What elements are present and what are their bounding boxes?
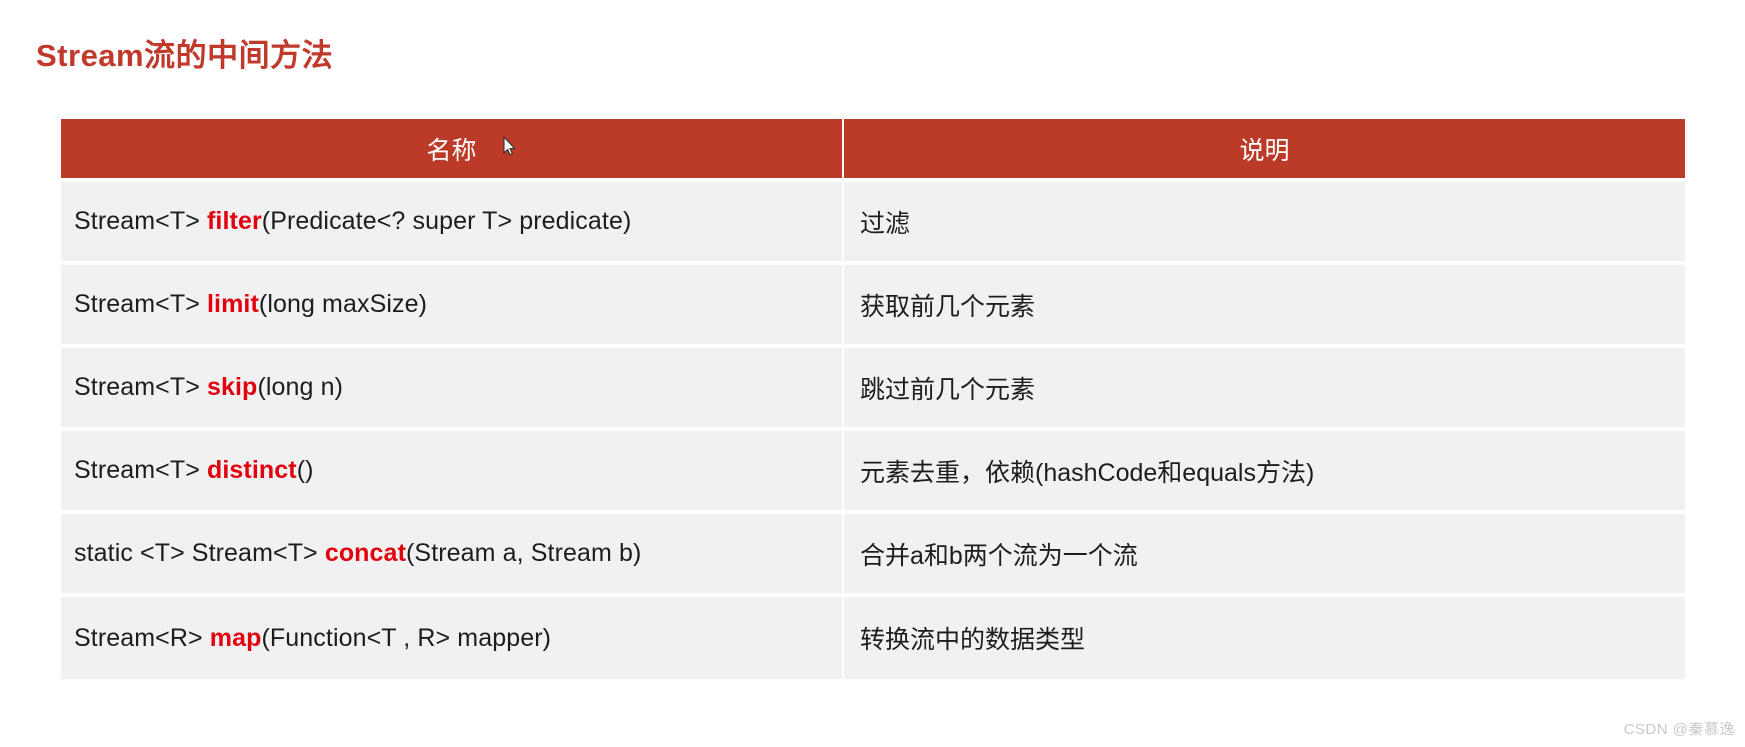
cell-method-signature: Stream<T> limit(long maxSize)	[61, 265, 844, 344]
column-header-name: 名称	[61, 119, 844, 178]
watermark: CSDN @秦慕逸	[1623, 721, 1735, 738]
table-row: Stream<T> distinct() 元素去重，依赖(hashCode和equ…	[61, 431, 1685, 510]
cell-method-description: 转换流中的数据类型	[844, 597, 1685, 679]
cell-method-description: 跳过前几个元素	[844, 348, 1685, 427]
cell-method-description: 合并a和b两个流为一个流	[844, 514, 1685, 593]
page-title: Stream流的中间方法	[36, 37, 334, 73]
signature-params: (Predicate<? super T> predicate)	[261, 207, 632, 235]
table-body: Stream<T> filter(Predicate<? super T> pr…	[61, 182, 1685, 679]
signature-params: (long n)	[257, 373, 344, 401]
signature-method-name: distinct	[207, 456, 297, 484]
signature-prefix: Stream<T>	[74, 456, 207, 484]
signature-method-name: limit	[207, 290, 259, 318]
cell-method-signature: Stream<T> filter(Predicate<? super T> pr…	[61, 182, 844, 261]
signature-prefix: Stream<T>	[74, 207, 207, 235]
methods-table-container: 名称 说明 Stream<T> filter(Predicate<? super…	[61, 115, 1685, 683]
signature-prefix: Stream<T>	[74, 373, 207, 401]
signature-prefix: static <T> Stream<T>	[74, 539, 325, 567]
table-row: Stream<T> skip(long n) 跳过前几个元素	[61, 348, 1685, 427]
cell-method-signature: Stream<T> skip(long n)	[61, 348, 844, 427]
cell-method-description: 过滤	[844, 182, 1685, 261]
signature-params: (Stream a, Stream b)	[406, 539, 642, 567]
cell-method-signature: Stream<R> map(Function<T , R> mapper)	[61, 597, 844, 679]
signature-prefix: Stream<R>	[74, 623, 210, 652]
signature-method-name: concat	[324, 539, 406, 567]
table-row: Stream<R> map(Function<T , R> mapper) 转换流…	[61, 597, 1685, 679]
table-row: Stream<T> limit(long maxSize) 获取前几个元素	[61, 265, 1685, 344]
table-header: 名称 说明	[61, 119, 1685, 178]
signature-method-name: filter	[207, 207, 262, 235]
signature-params: (Function<T , R> mapper)	[261, 623, 552, 652]
table-row: static <T> Stream<T> concat(Stream a, St…	[61, 514, 1685, 593]
signature-method-name: map	[209, 623, 262, 652]
signature-params: (long maxSize)	[258, 290, 428, 318]
signature-params: ()	[296, 456, 314, 484]
cell-method-signature: Stream<T> distinct()	[61, 431, 844, 510]
signature-method-name: skip	[207, 373, 258, 401]
table-header-row: 名称 说明	[61, 119, 1685, 178]
cell-method-signature: static <T> Stream<T> concat(Stream a, St…	[61, 514, 844, 593]
table-row: Stream<T> filter(Predicate<? super T> pr…	[61, 182, 1685, 261]
cell-method-description: 元素去重，依赖(hashCode和equals方法)	[844, 431, 1685, 510]
methods-table: 名称 说明 Stream<T> filter(Predicate<? super…	[61, 115, 1685, 683]
signature-prefix: Stream<T>	[74, 290, 207, 318]
cell-method-description: 获取前几个元素	[844, 265, 1685, 344]
column-header-desc: 说明	[844, 119, 1685, 178]
